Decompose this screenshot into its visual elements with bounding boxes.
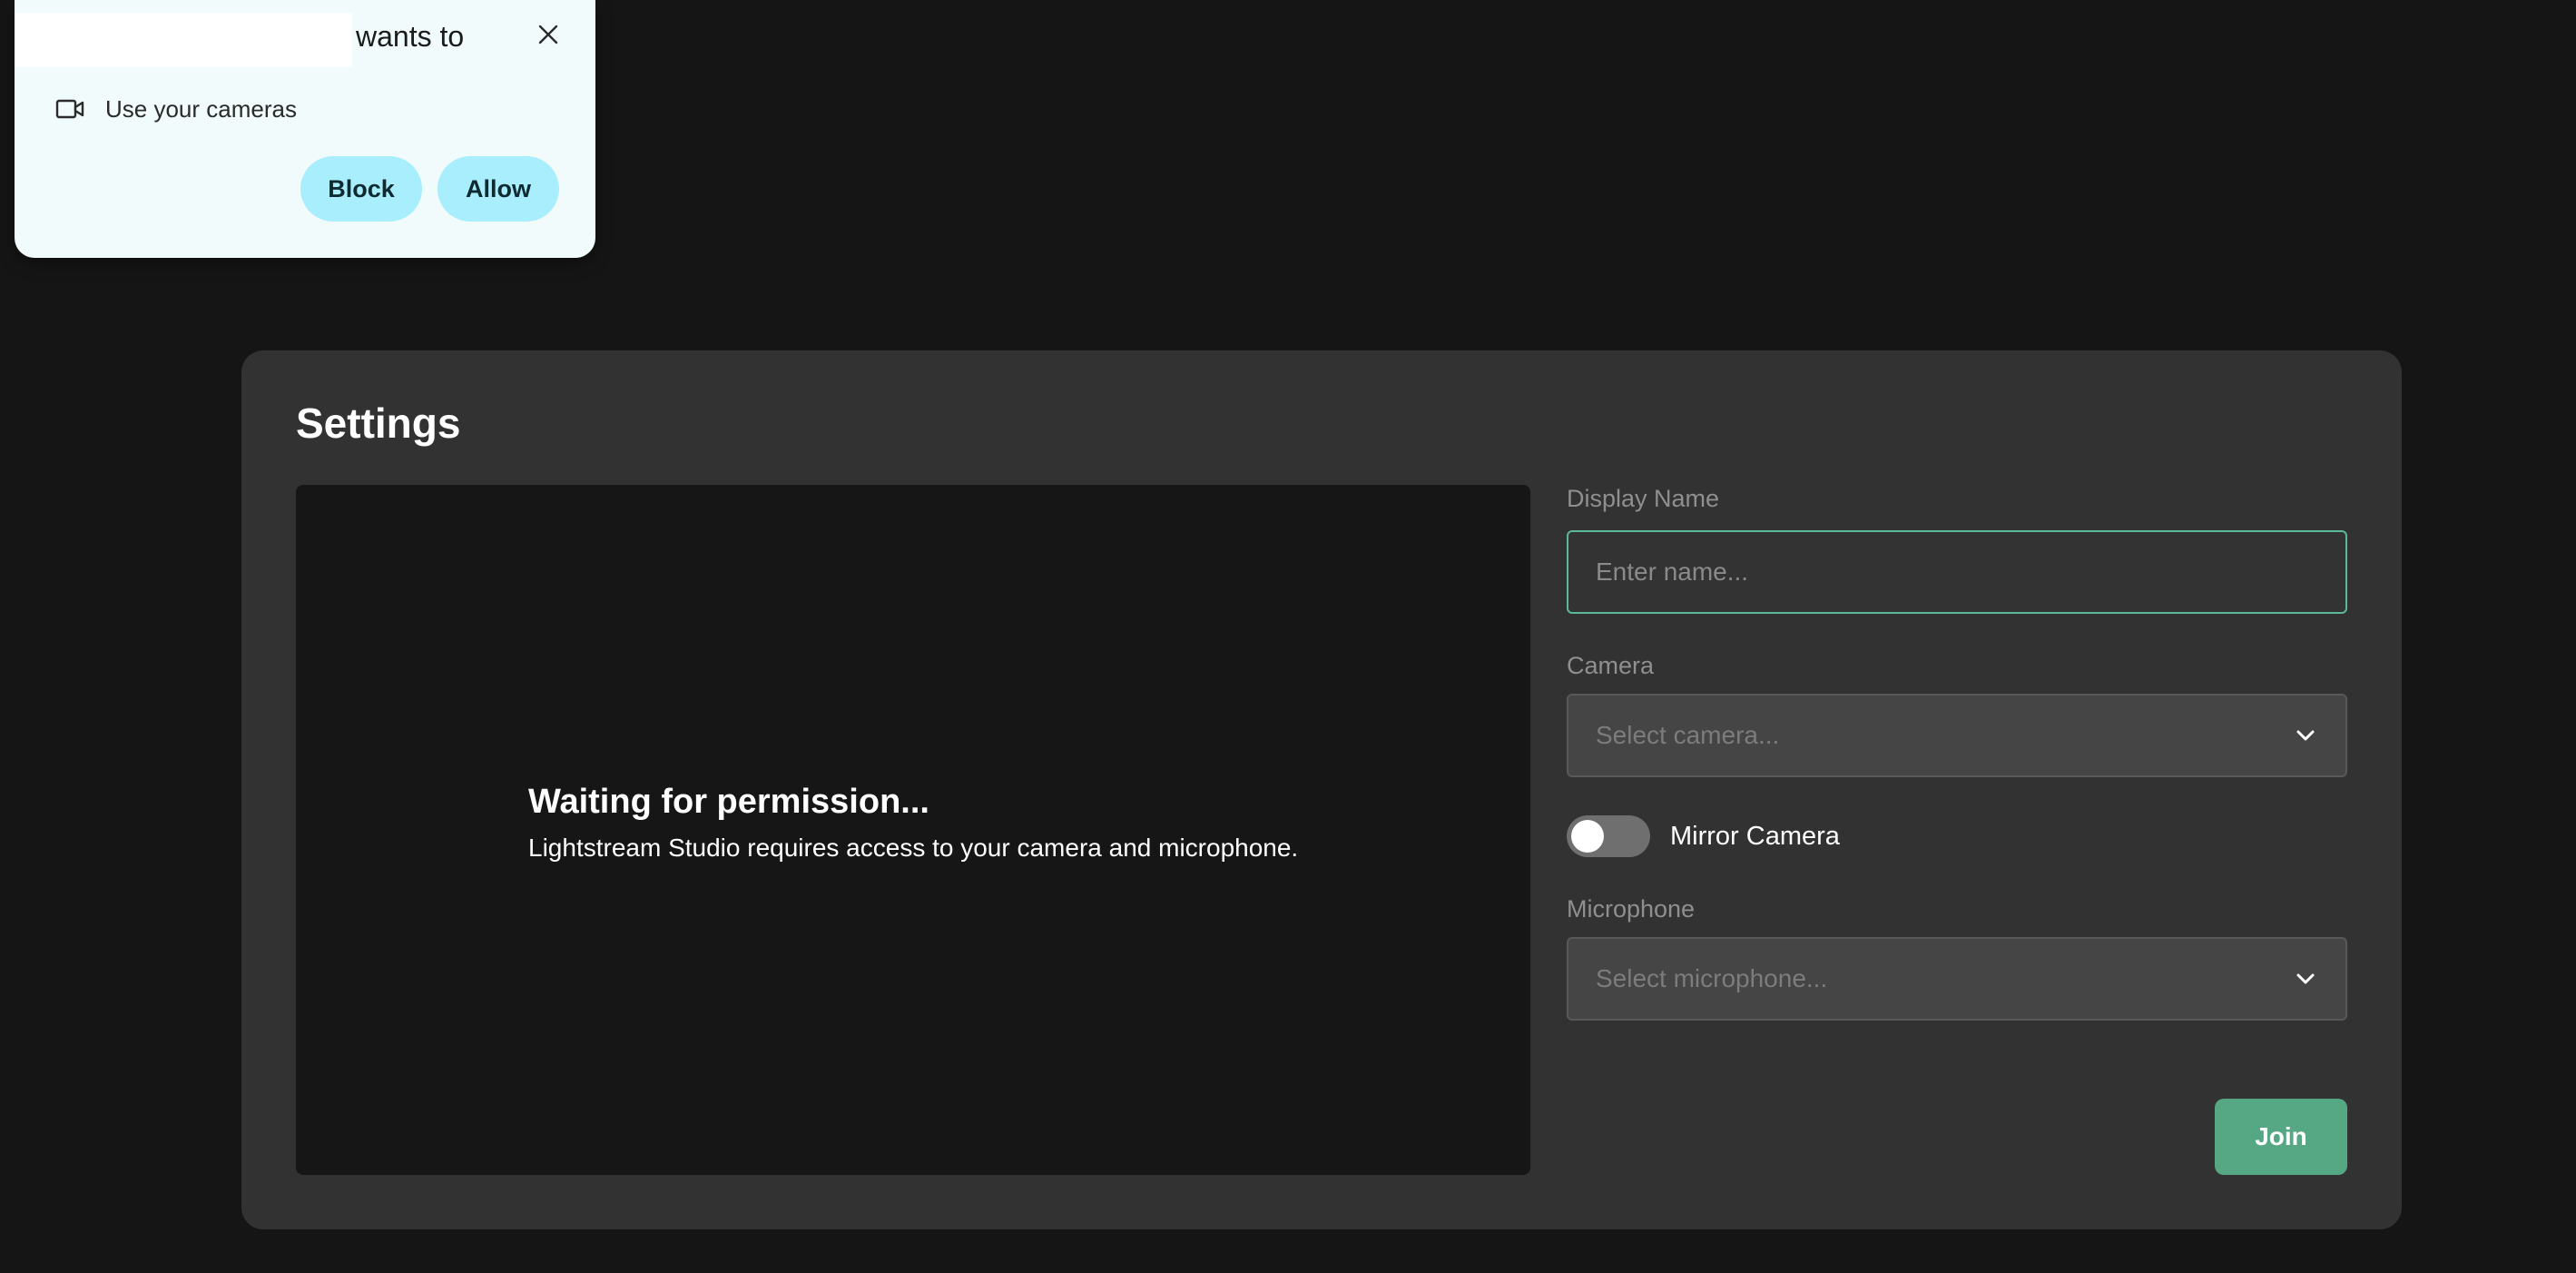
camera-select[interactable]: Select camera... bbox=[1567, 694, 2347, 777]
close-button[interactable] bbox=[528, 15, 568, 54]
permission-request-row: Use your cameras bbox=[54, 91, 297, 127]
chevron-down-icon bbox=[2296, 730, 2315, 741]
camera-select-value: Select camera... bbox=[1596, 721, 1780, 749]
permission-popup: wants to Use your cameras Block Allow bbox=[15, 0, 595, 258]
mirror-camera-row: Mirror Camera bbox=[1567, 814, 1840, 859]
mirror-camera-toggle[interactable] bbox=[1567, 815, 1650, 857]
preview-message: Lightstream Studio requires access to yo… bbox=[528, 834, 1299, 862]
settings-title: Settings bbox=[296, 400, 461, 447]
join-button[interactable]: Join bbox=[2215, 1099, 2347, 1175]
display-name-label: Display Name bbox=[1567, 485, 1720, 512]
permission-request-label: Use your cameras bbox=[105, 94, 297, 123]
chevron-down-icon bbox=[2296, 973, 2315, 984]
allow-button[interactable]: Allow bbox=[438, 156, 559, 222]
mirror-camera-label: Mirror Camera bbox=[1670, 821, 1840, 851]
microphone-select-value: Select microphone... bbox=[1596, 964, 1828, 992]
permission-wants-text: wants to bbox=[356, 20, 465, 53]
block-button[interactable]: Block bbox=[300, 156, 422, 222]
microphone-label: Microphone bbox=[1567, 895, 1696, 923]
close-icon bbox=[538, 25, 558, 44]
microphone-select[interactable]: Select microphone... bbox=[1567, 937, 2347, 1021]
settings-card: Settings Waiting for permission... Light… bbox=[241, 350, 2402, 1229]
toggle-knob bbox=[1571, 820, 1604, 853]
site-origin-redacted bbox=[15, 13, 352, 67]
camera-label: Camera bbox=[1567, 652, 1655, 679]
video-camera-icon bbox=[54, 96, 85, 122]
display-name-input[interactable] bbox=[1567, 530, 2347, 614]
preview-heading: Waiting for permission... bbox=[528, 783, 929, 821]
camera-preview: Waiting for permission... Lightstream St… bbox=[296, 485, 1530, 1175]
